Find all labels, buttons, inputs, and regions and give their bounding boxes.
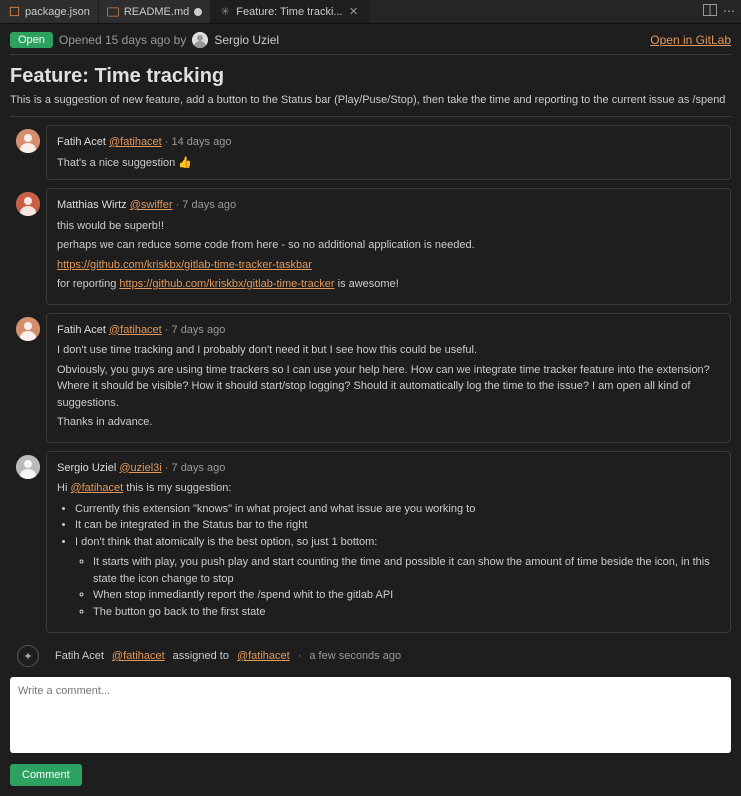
avatar [16,192,40,216]
timeline: Fatih Acet @fatihacet · 14 days ago That'… [10,117,731,633]
comment-time: · 7 days ago [165,462,226,474]
page-title: Feature: Time tracking [10,55,731,94]
dirty-indicator-icon [194,8,202,16]
comment-handle[interactable]: @fatihacet [109,136,162,148]
json-icon [8,6,20,18]
avatar [16,455,40,479]
comment-time: · 14 days ago [165,136,232,148]
tab-label: README.md [124,6,189,18]
comment-author: Fatih Acet [57,324,106,336]
tab-label: Feature: Time tracki... [236,6,342,18]
comment: Fatih Acet @fatihacet · 14 days ago That'… [10,125,731,180]
comment-body: this would be superb!!perhaps we can red… [57,218,720,293]
comment-button[interactable]: Comment [10,764,82,786]
avatar [16,129,40,153]
comment-handle[interactable]: @swiffer [130,199,173,211]
system-event: ✦ Fatih Acet @fatihacet assigned to @fat… [10,641,731,677]
tab-package-json[interactable]: package.json [0,0,99,23]
comment-handle[interactable]: @uziel3i [119,462,161,474]
comment-composer: Comment [0,677,741,796]
comment-time: · 7 days ago [165,324,226,336]
comment-body: That's a nice suggestion 👍 [57,155,720,172]
avatar [192,32,208,48]
comment-author: Sergio Uziel [57,462,116,474]
open-in-gitlab-link[interactable]: Open in GitLab [650,33,731,47]
tab-readme[interactable]: README.md [99,0,211,23]
event-author: Fatih Acet [55,650,104,662]
gitlab-icon: ✳ [219,6,231,18]
comment-body: I don't use time tracking and I probably… [57,342,720,431]
editor-tabs: package.json README.md ✳ Feature: Time t… [0,0,741,24]
author-name: Sergio Uziel [214,33,279,47]
comment-time: · 7 days ago [176,199,237,211]
opened-label: Opened 15 days ago by [59,33,186,47]
status-badge: Open [10,32,53,48]
comment-author: Fatih Acet [57,136,106,148]
markdown-icon [107,6,119,18]
issue-header: Open Opened 15 days ago by Sergio Uziel … [0,24,741,54]
event-time: a few seconds ago [309,650,401,662]
comment-body: Hi @fatihacet this is my suggestion:Curr… [57,480,720,620]
event-target[interactable]: @fatihacet [237,650,290,662]
comment: Sergio Uziel @uziel3i · 7 days ago Hi @fa… [10,451,731,634]
event-handle[interactable]: @fatihacet [112,650,165,662]
issue-description: This is a suggestion of new feature, add… [10,94,731,117]
tab-label: package.json [25,6,90,18]
event-separator: · [298,650,302,662]
tab-feature-time-tracking[interactable]: ✳ Feature: Time tracki... ✕ [211,0,368,23]
close-icon[interactable]: ✕ [348,5,360,18]
comment-author: Matthias Wirtz [57,199,127,211]
comment-handle[interactable]: @fatihacet [109,324,162,336]
comment: Fatih Acet @fatihacet · 7 days ago I don'… [10,313,731,443]
avatar [16,317,40,341]
comment: Matthias Wirtz @swiffer · 7 days ago this… [10,188,731,305]
assign-icon: ✦ [17,645,39,667]
comment-textarea[interactable] [10,677,731,753]
more-icon[interactable]: ⋯ [723,4,735,19]
split-editor-icon[interactable] [703,4,717,19]
event-action: assigned to [173,650,229,662]
